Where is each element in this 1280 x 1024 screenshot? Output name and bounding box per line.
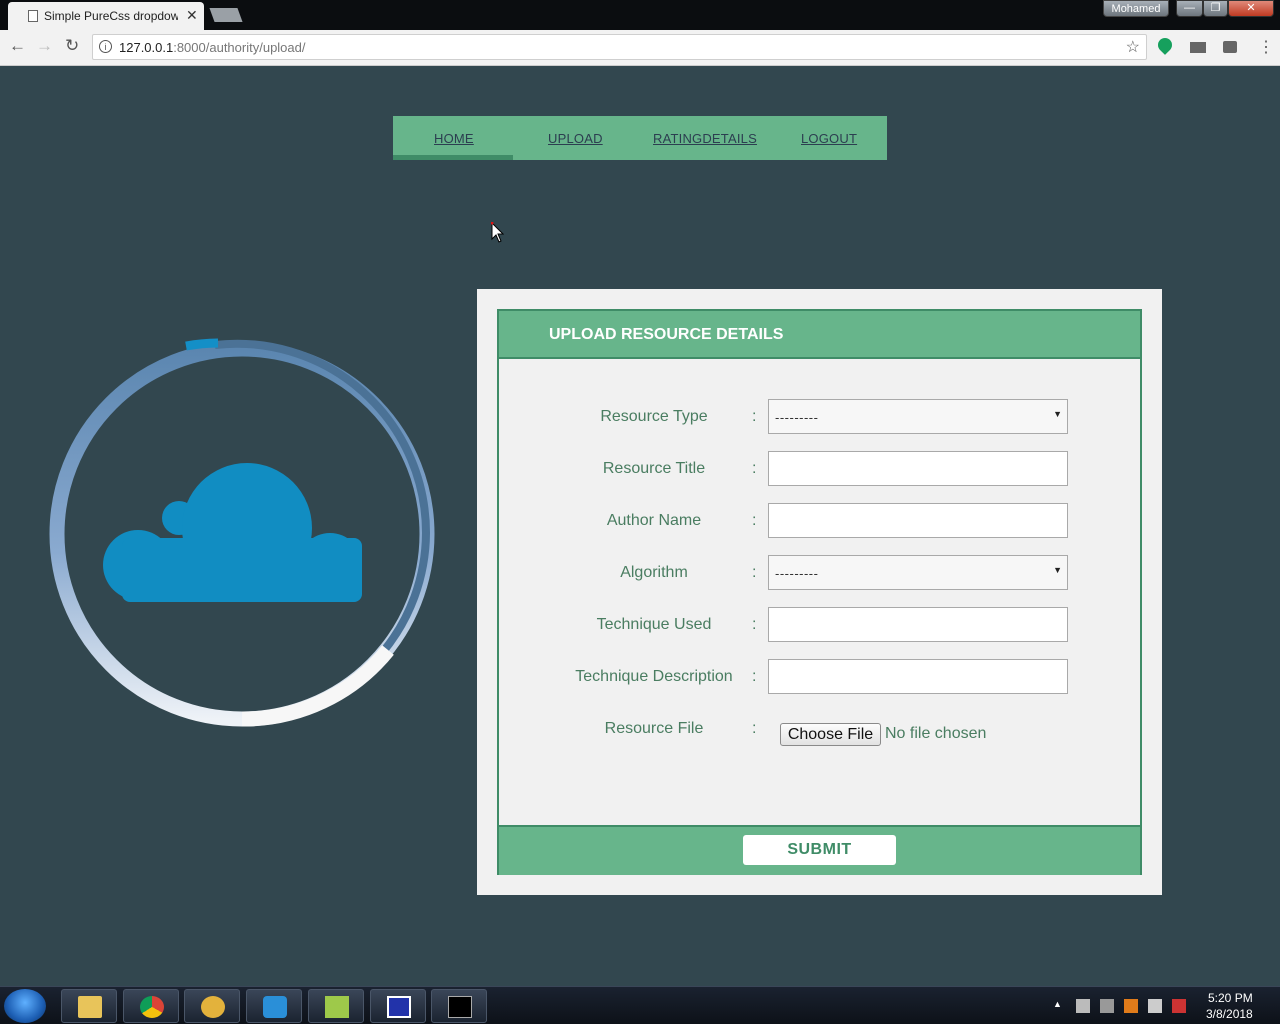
eclipse-icon[interactable] <box>184 989 240 1023</box>
mouse-cursor-icon <box>491 222 505 243</box>
nav-active-indicator <box>393 155 513 160</box>
clock-date[interactable]: 3/8/2018 <box>1206 1007 1253 1021</box>
extension-location-icon[interactable] <box>1155 35 1175 55</box>
flag-icon[interactable] <box>1148 999 1162 1013</box>
choose-file-button[interactable]: Choose File <box>780 723 881 746</box>
clock-time[interactable]: 5:20 PM <box>1208 991 1253 1005</box>
colon-separator: : <box>752 460 757 477</box>
technique-description-label: Technique Description <box>575 668 733 685</box>
nav-logout-link[interactable]: LOGOUT <box>801 131 857 146</box>
nav-ratingdetails-link[interactable]: RATINGDETAILS <box>653 131 757 146</box>
resource-type-select[interactable]: --------- ▼ <box>768 399 1068 434</box>
resource-type-value: --------- <box>775 410 819 425</box>
app-tray-icon[interactable] <box>1172 999 1186 1013</box>
info-icon[interactable]: i <box>99 40 112 53</box>
resource-title-label: Resource Title <box>602 460 706 477</box>
author-name-label: Author Name <box>606 512 702 529</box>
vm-icon[interactable] <box>370 989 426 1023</box>
volume-icon[interactable] <box>1076 999 1090 1013</box>
technique-used-label: Technique Used <box>596 616 712 633</box>
colon-separator: : <box>752 616 757 633</box>
windows-taskbar: ▲ 5:20 PM 3/8/2018 <box>0 986 1280 1024</box>
technique-used-input[interactable] <box>768 607 1068 642</box>
notepad-icon[interactable] <box>308 989 364 1023</box>
main-nav: HOME UPLOAD RATINGDETAILS LOGOUT <box>393 116 887 160</box>
submit-button[interactable]: SUBMIT <box>743 835 896 865</box>
close-window-icon[interactable]: ✕ <box>1228 0 1274 17</box>
chrome-icon[interactable] <box>123 989 179 1023</box>
browser-toolbar: ← → ↻ i 127.0.0.1:8000/authority/upload/… <box>0 30 1280 66</box>
colon-separator: : <box>752 720 757 737</box>
upload-card: UPLOAD RESOURCE DETAILS Resource Type : … <box>477 289 1162 895</box>
maximize-icon[interactable]: ❐ <box>1203 0 1228 17</box>
reload-icon[interactable]: ↻ <box>65 36 79 56</box>
nav-home-link[interactable]: HOME <box>434 131 474 146</box>
url-text[interactable]: 127.0.0.1:8000/authority/upload/ <box>119 40 306 55</box>
technique-description-input[interactable] <box>768 659 1068 694</box>
extension-mail-icon[interactable] <box>1190 42 1206 53</box>
upload-form: UPLOAD RESOURCE DETAILS Resource Type : … <box>497 309 1142 875</box>
dropdown-arrow-icon: ▼ <box>1053 409 1062 419</box>
bookmark-star-icon[interactable]: ☆ <box>1126 37 1140 57</box>
algorithm-label: Algorithm <box>620 564 688 581</box>
form-title: UPLOAD RESOURCE DETAILS <box>549 326 784 343</box>
form-header: UPLOAD RESOURCE DETAILS <box>499 311 1140 359</box>
dropdown-arrow-icon: ▼ <box>1053 565 1062 575</box>
page-icon <box>28 10 38 22</box>
network-icon[interactable] <box>1100 999 1114 1013</box>
author-name-input[interactable] <box>768 503 1068 538</box>
file-status-text: No file chosen <box>885 725 987 742</box>
cloud-icon <box>103 463 362 602</box>
app-icon[interactable] <box>246 989 302 1023</box>
form-footer: SUBMIT <box>499 825 1140 875</box>
extension-lock-icon[interactable] <box>1223 41 1237 53</box>
nav-upload-link[interactable]: UPLOAD <box>548 131 603 146</box>
browser-tab[interactable]: Simple PureCss dropdow ✕ <box>8 2 204 30</box>
address-bar[interactable]: i 127.0.0.1:8000/authority/upload/ ☆ <box>92 34 1147 60</box>
cloud-upload-graphic <box>49 338 435 727</box>
resource-file-label: Resource File <box>604 720 704 737</box>
tab-close-icon[interactable]: ✕ <box>186 7 198 24</box>
file-explorer-icon[interactable] <box>61 989 117 1023</box>
profile-button[interactable]: Mohamed <box>1103 0 1169 17</box>
colon-separator: : <box>752 512 757 529</box>
resource-type-label: Resource Type <box>600 408 708 425</box>
browser-titlebar: Simple PureCss dropdow ✕ Mohamed — ❐ ✕ <box>0 0 1280 30</box>
tab-title: Simple PureCss dropdow <box>44 9 178 23</box>
algorithm-value: --------- <box>775 566 819 581</box>
browser-menu-icon[interactable]: ⋮ <box>1258 37 1274 57</box>
cmd-icon[interactable] <box>431 989 487 1023</box>
resource-title-input[interactable] <box>768 451 1068 486</box>
colon-separator: : <box>752 408 757 425</box>
back-arrow-icon[interactable]: ← <box>9 36 26 56</box>
colon-separator: : <box>752 564 757 581</box>
colon-separator: : <box>752 668 757 685</box>
security-icon[interactable] <box>1124 999 1138 1013</box>
minimize-icon[interactable]: — <box>1176 0 1203 17</box>
new-tab-button[interactable] <box>209 8 243 22</box>
forward-arrow-icon[interactable]: → <box>36 36 53 56</box>
tray-expand-icon[interactable]: ▲ <box>1053 999 1067 1013</box>
algorithm-select[interactable]: --------- ▼ <box>768 555 1068 590</box>
start-button[interactable] <box>4 989 46 1023</box>
